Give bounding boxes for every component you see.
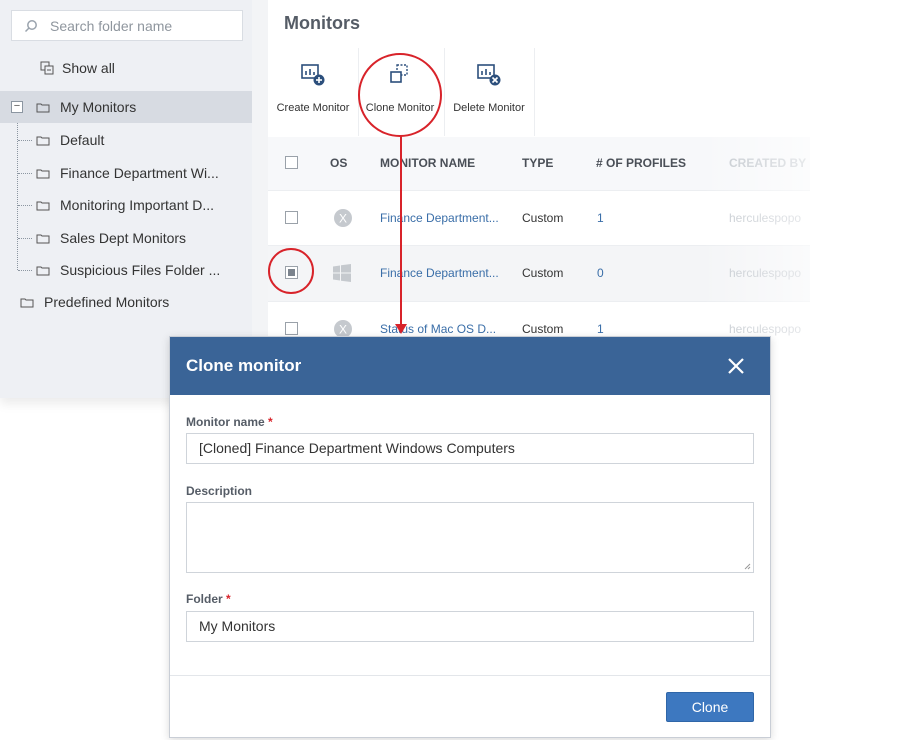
monitor-name-link[interactable]: Finance Department...: [380, 266, 499, 280]
tree-item-label: My Monitors: [60, 99, 137, 115]
created-by-cell: herculespopo: [729, 211, 802, 225]
search-folder-input[interactable]: [48, 16, 232, 35]
delete-monitor-icon: [477, 64, 501, 86]
profiles-count[interactable]: 0: [597, 266, 604, 280]
annotation-circle-clone: [358, 53, 442, 137]
tree-item-label: Suspicious Files Folder ...: [60, 262, 221, 278]
folder-select[interactable]: My Monitors: [186, 611, 754, 642]
page-title: Monitors: [284, 13, 360, 33]
resize-grip-icon[interactable]: [743, 562, 751, 570]
delete-monitor-button[interactable]: Delete Monitor: [448, 48, 530, 136]
annotation-circle-checkbox: [268, 248, 314, 294]
create-monitor-button[interactable]: Create Monitor: [274, 48, 352, 136]
monitor-name-input[interactable]: [Cloned] Finance Department Windows Comp…: [186, 433, 754, 464]
folder-icon: [36, 201, 50, 210]
type-cell: Custom: [522, 211, 564, 225]
created-by-cell: herculespopo: [729, 266, 802, 280]
folder-icon: [36, 136, 50, 145]
tree-item-label: Monitoring Important D...: [60, 197, 215, 213]
header-type[interactable]: TYPE: [522, 156, 553, 170]
folder-icon: [36, 234, 50, 243]
header-monitor-name[interactable]: MONITOR NAME: [380, 156, 475, 170]
description-textarea[interactable]: [186, 502, 754, 573]
show-all-icon: [40, 61, 54, 75]
mac-x-icon: X: [334, 209, 352, 227]
show-all-label: Show all: [62, 60, 115, 76]
clone-button[interactable]: Clone: [666, 692, 754, 722]
monitor-name-link[interactable]: Finance Department...: [380, 211, 499, 225]
dialog-footer-divider: [170, 675, 770, 676]
tree-item-monitoring[interactable]: Monitoring Important D...: [0, 189, 252, 221]
svg-text:X: X: [339, 323, 347, 337]
profiles-count[interactable]: 1: [597, 322, 604, 336]
tree-item-my-monitors[interactable]: My Monitors: [0, 91, 252, 123]
table-row[interactable]: Finance Department... Custom 0 herculesp…: [268, 245, 810, 301]
folder-icon: [20, 298, 34, 307]
header-os[interactable]: OS: [330, 156, 347, 170]
folder-icon: [36, 169, 50, 178]
dialog-header: Clone monitor: [170, 337, 770, 395]
tree-item-sales[interactable]: Sales Dept Monitors: [0, 222, 252, 254]
delete-monitor-label: Delete Monitor: [453, 102, 525, 114]
profiles-count[interactable]: 1: [597, 211, 604, 225]
table-header: OS MONITOR NAME TYPE # OF PROFILES CREAT…: [268, 137, 810, 190]
annotation-arrow-head: [395, 324, 407, 334]
tree-item-default[interactable]: Default: [0, 124, 252, 156]
table-row[interactable]: X Finance Department... Custom 1 hercule…: [268, 190, 810, 246]
tree-item-finance[interactable]: Finance Department Wi...: [0, 157, 252, 189]
annotation-arrow-line: [400, 136, 402, 326]
tree-item-label: Sales Dept Monitors: [60, 230, 187, 246]
tree-item-label: Finance Department Wi...: [60, 165, 219, 181]
created-by-cell: herculespopo: [729, 322, 802, 336]
header-profiles[interactable]: # OF PROFILES: [596, 156, 686, 170]
row-checkbox[interactable]: [285, 211, 298, 224]
tree-item-label: Default: [60, 132, 105, 148]
monitor-name-label: Monitor name *: [186, 415, 273, 429]
row-checkbox[interactable]: [285, 322, 298, 335]
folder-icon: [36, 266, 50, 275]
description-label: Description: [186, 484, 253, 498]
toolbar-separator: [444, 48, 445, 136]
header-created-by[interactable]: CREATED BY: [729, 156, 806, 170]
search-folder-box[interactable]: [11, 10, 243, 41]
close-icon[interactable]: [726, 356, 746, 376]
collapse-toggle[interactable]: −: [11, 101, 23, 113]
folder-icon: [36, 103, 50, 112]
toolbar-separator: [534, 48, 535, 136]
select-all-checkbox[interactable]: [285, 156, 298, 169]
create-monitor-label: Create Monitor: [276, 102, 350, 114]
required-mark: *: [226, 592, 231, 606]
show-all-link[interactable]: Show all: [40, 60, 115, 76]
search-icon: [24, 19, 37, 32]
windows-icon: [333, 264, 351, 282]
tree-item-suspicious[interactable]: Suspicious Files Folder ...: [0, 254, 252, 286]
folder-label: Folder *: [186, 592, 231, 606]
clone-monitor-dialog: Clone monitor Monitor name * [Cloned] Fi…: [169, 336, 771, 738]
type-cell: Custom: [522, 266, 564, 280]
tree-item-label: Predefined Monitors: [44, 294, 170, 310]
svg-text:X: X: [339, 212, 347, 226]
type-cell: Custom: [522, 322, 564, 336]
create-monitor-icon: [301, 64, 325, 86]
tree-item-predefined[interactable]: Predefined Monitors: [0, 286, 252, 318]
required-mark: *: [268, 415, 273, 429]
dialog-title: Clone monitor: [186, 356, 302, 375]
